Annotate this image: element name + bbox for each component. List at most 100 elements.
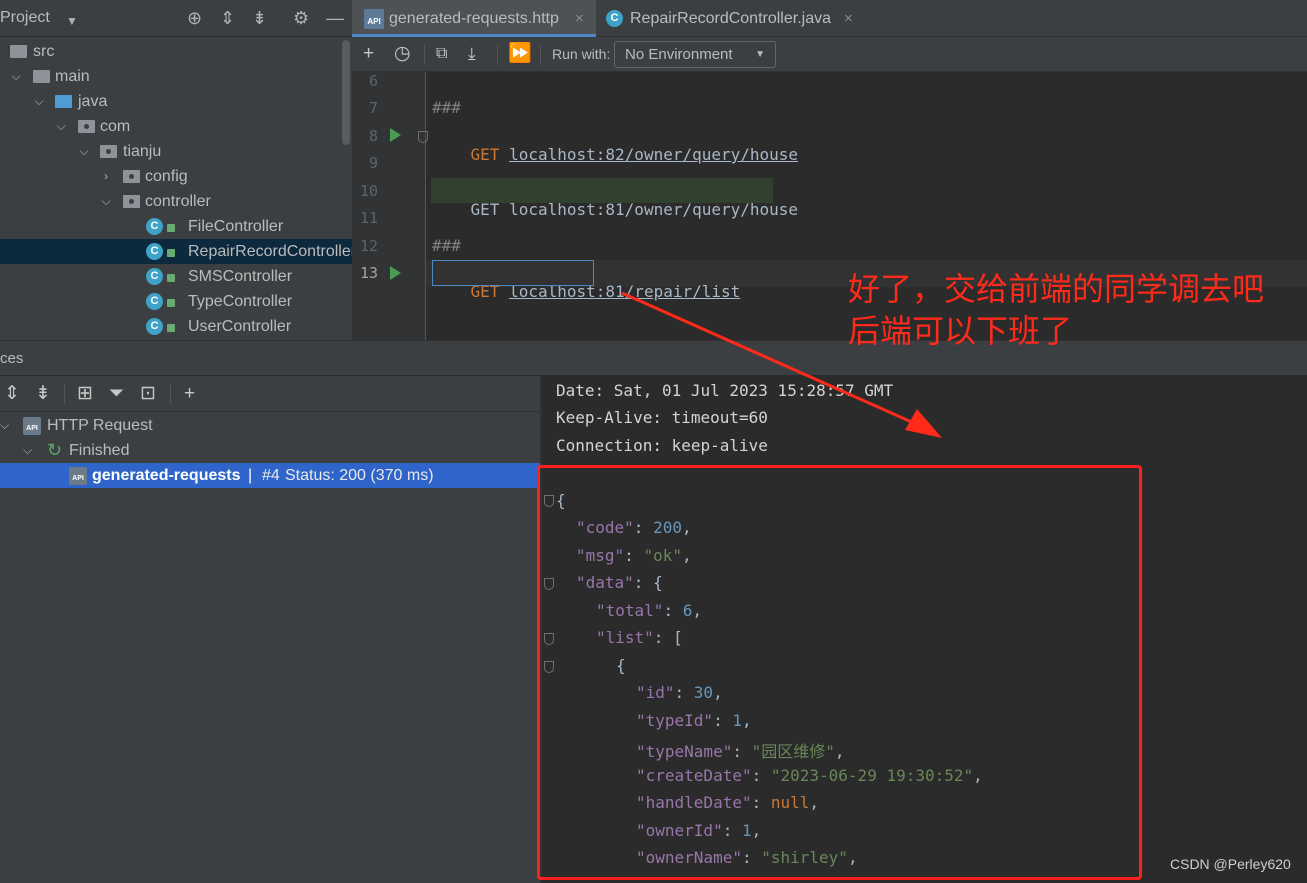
tree-item-filecontroller[interactable]: C FileController [0,214,352,239]
annotation-line: 好了，交给前端的同学调去吧 [848,270,1265,308]
copy-icon[interactable]: ⧉ [436,43,447,65]
chevron-down-icon[interactable]: ⌵ [54,114,68,139]
tree-item-label: controller [145,193,211,210]
import-icon[interactable]: ⤓ [468,43,476,65]
tree-item-label: com [100,118,131,135]
add-service-icon[interactable]: + [184,383,195,405]
toolbar-divider [497,45,498,65]
class-icon: C [146,293,163,310]
tree-item-usercontroller[interactable]: C UserController [0,314,352,339]
chevron-down-icon[interactable]: ⌵ [32,89,46,114]
tree-item-label: UserController [188,318,292,335]
project-scrollbar[interactable] [342,40,350,145]
tree-item-finished[interactable]: ⌵ ↻ Finished [0,438,540,463]
expand-all-icon[interactable]: ⇕ [4,383,20,405]
tree-item-smscontroller[interactable]: C SMSController [0,264,352,289]
tree-item-java[interactable]: ⌵ java [0,89,352,114]
add-icon[interactable]: + [363,43,374,65]
chevron-down-icon[interactable]: ⌵ [23,438,32,463]
tree-item-http-request[interactable]: ⌵ API HTTP Request [0,413,540,438]
tree-item-request-result[interactable]: API generated-requests | #4 Status: 200 … [0,463,540,488]
services-tree-panel: ⇕ ⇟ ⊞ ⏷ ⊡ + ⌵ API HTTP Request ⌵ ↻ Finis… [0,376,540,883]
line-number: 8 [368,127,378,145]
tab-repairrecordcontroller[interactable]: C RepairRecordController.java × [596,0,866,37]
http-client-toolbar: + ◷ ⧉ ⤓ ⏩ Run with: No Environment ▼ [352,37,1307,72]
package-icon [100,145,117,158]
class-icon: C [606,10,623,27]
tree-item-label: src [33,43,55,60]
close-icon[interactable]: × [844,0,853,37]
tab-generated-requests[interactable]: API generated-requests.http × [352,0,596,37]
source-folder-icon [55,95,72,108]
environment-select-value: No Environment [625,46,733,63]
fold-marker-icon[interactable] [418,131,428,143]
run-request-icon[interactable] [390,128,401,142]
collapse-all-icon[interactable]: ⇟ [252,8,267,28]
annotation-line: 后端可以下班了 [848,312,1073,350]
toolbar-divider [64,384,65,404]
chevron-down-icon[interactable]: ⌵ [0,413,9,438]
minimize-icon[interactable]: — [326,8,344,28]
tree-item-com[interactable]: ⌵ com [0,114,352,139]
request-url[interactable]: localhost:82/owner/query/house [509,145,798,164]
collapse-all-icon[interactable]: ⇟ [35,383,51,405]
folder-icon [33,70,50,83]
http-api-icon: API [23,417,41,435]
line-number: 9 [368,154,378,172]
chevron-down-icon[interactable]: ⌵ [9,64,23,89]
expand-all-icon[interactable]: ⇕ [220,8,235,28]
chevron-right-icon[interactable]: › [99,164,113,189]
chevron-down-icon[interactable]: ▼ [66,11,78,31]
group-by-icon[interactable]: ⊞ [77,383,93,405]
watermark: CSDN @Perley620 [1170,856,1291,872]
services-panel-title[interactable]: ces [0,350,23,367]
request-path[interactable]: /repair/list [625,282,741,301]
code-line: GET localhost:82/owner/query/house [432,126,799,183]
run-request-icon[interactable] [390,266,401,280]
line-number: 11 [359,209,378,227]
chevron-down-icon[interactable]: ⌵ [77,139,91,164]
new-tab-icon[interactable]: ⊡ [140,383,156,405]
selection-outline [432,260,594,286]
line-number: 6 [368,72,378,90]
package-icon [123,170,140,183]
tree-item-tianju[interactable]: ⌵ tianju [0,139,352,164]
chevron-down-icon[interactable]: ⌵ [99,189,113,214]
tree-item-label: java [78,93,108,110]
refresh-icon: ↻ [47,440,63,460]
http-api-icon: API [69,467,87,485]
line-number: 13 [359,264,378,282]
package-icon [123,195,140,208]
lock-icon [167,224,175,232]
tree-item-repairrecordcontroller[interactable]: C RepairRecordController [0,239,352,264]
run-all-icon[interactable]: ⏩ [508,43,532,65]
filter-icon[interactable]: ⏷ [109,383,124,405]
gutter-divider [425,72,426,340]
request-url[interactable]: localhost:81/owner/query/house [509,200,798,219]
services-toolbar: ⇕ ⇟ ⊞ ⏷ ⊡ + [0,376,540,412]
class-icon: C [146,268,163,285]
gear-icon[interactable]: ⚙ [293,8,309,28]
locate-icon[interactable]: ⊕ [187,8,202,28]
tree-item-config[interactable]: › config [0,164,352,189]
tree-item-label: FileController [188,218,284,235]
tree-item-controller[interactable]: ⌵ controller [0,189,352,214]
tab-label: RepairRecordController.java [630,10,831,27]
tree-item-label: TypeController [188,293,293,310]
project-panel-title[interactable]: Project [0,9,50,27]
close-icon[interactable]: × [575,0,584,37]
tree-item-label: tianju [123,143,162,160]
lock-icon [167,274,175,282]
tab-label: generated-requests.http [389,10,559,27]
code-line: GET localhost:81/owner/query/house [432,181,799,238]
run-with-label: Run with: [552,46,611,62]
tree-item-label: SMSController [188,268,293,285]
tree-item-src[interactable]: src [0,39,352,64]
history-icon[interactable]: ◷ [394,43,411,65]
tree-item-main[interactable]: ⌵ main [0,64,352,89]
environment-select[interactable]: No Environment ▼ [614,41,776,68]
toolbar-divider [424,45,425,65]
separator: | [248,467,253,484]
chevron-down-icon: ▼ [755,49,765,60]
tree-item-typecontroller[interactable]: C TypeController [0,289,352,314]
